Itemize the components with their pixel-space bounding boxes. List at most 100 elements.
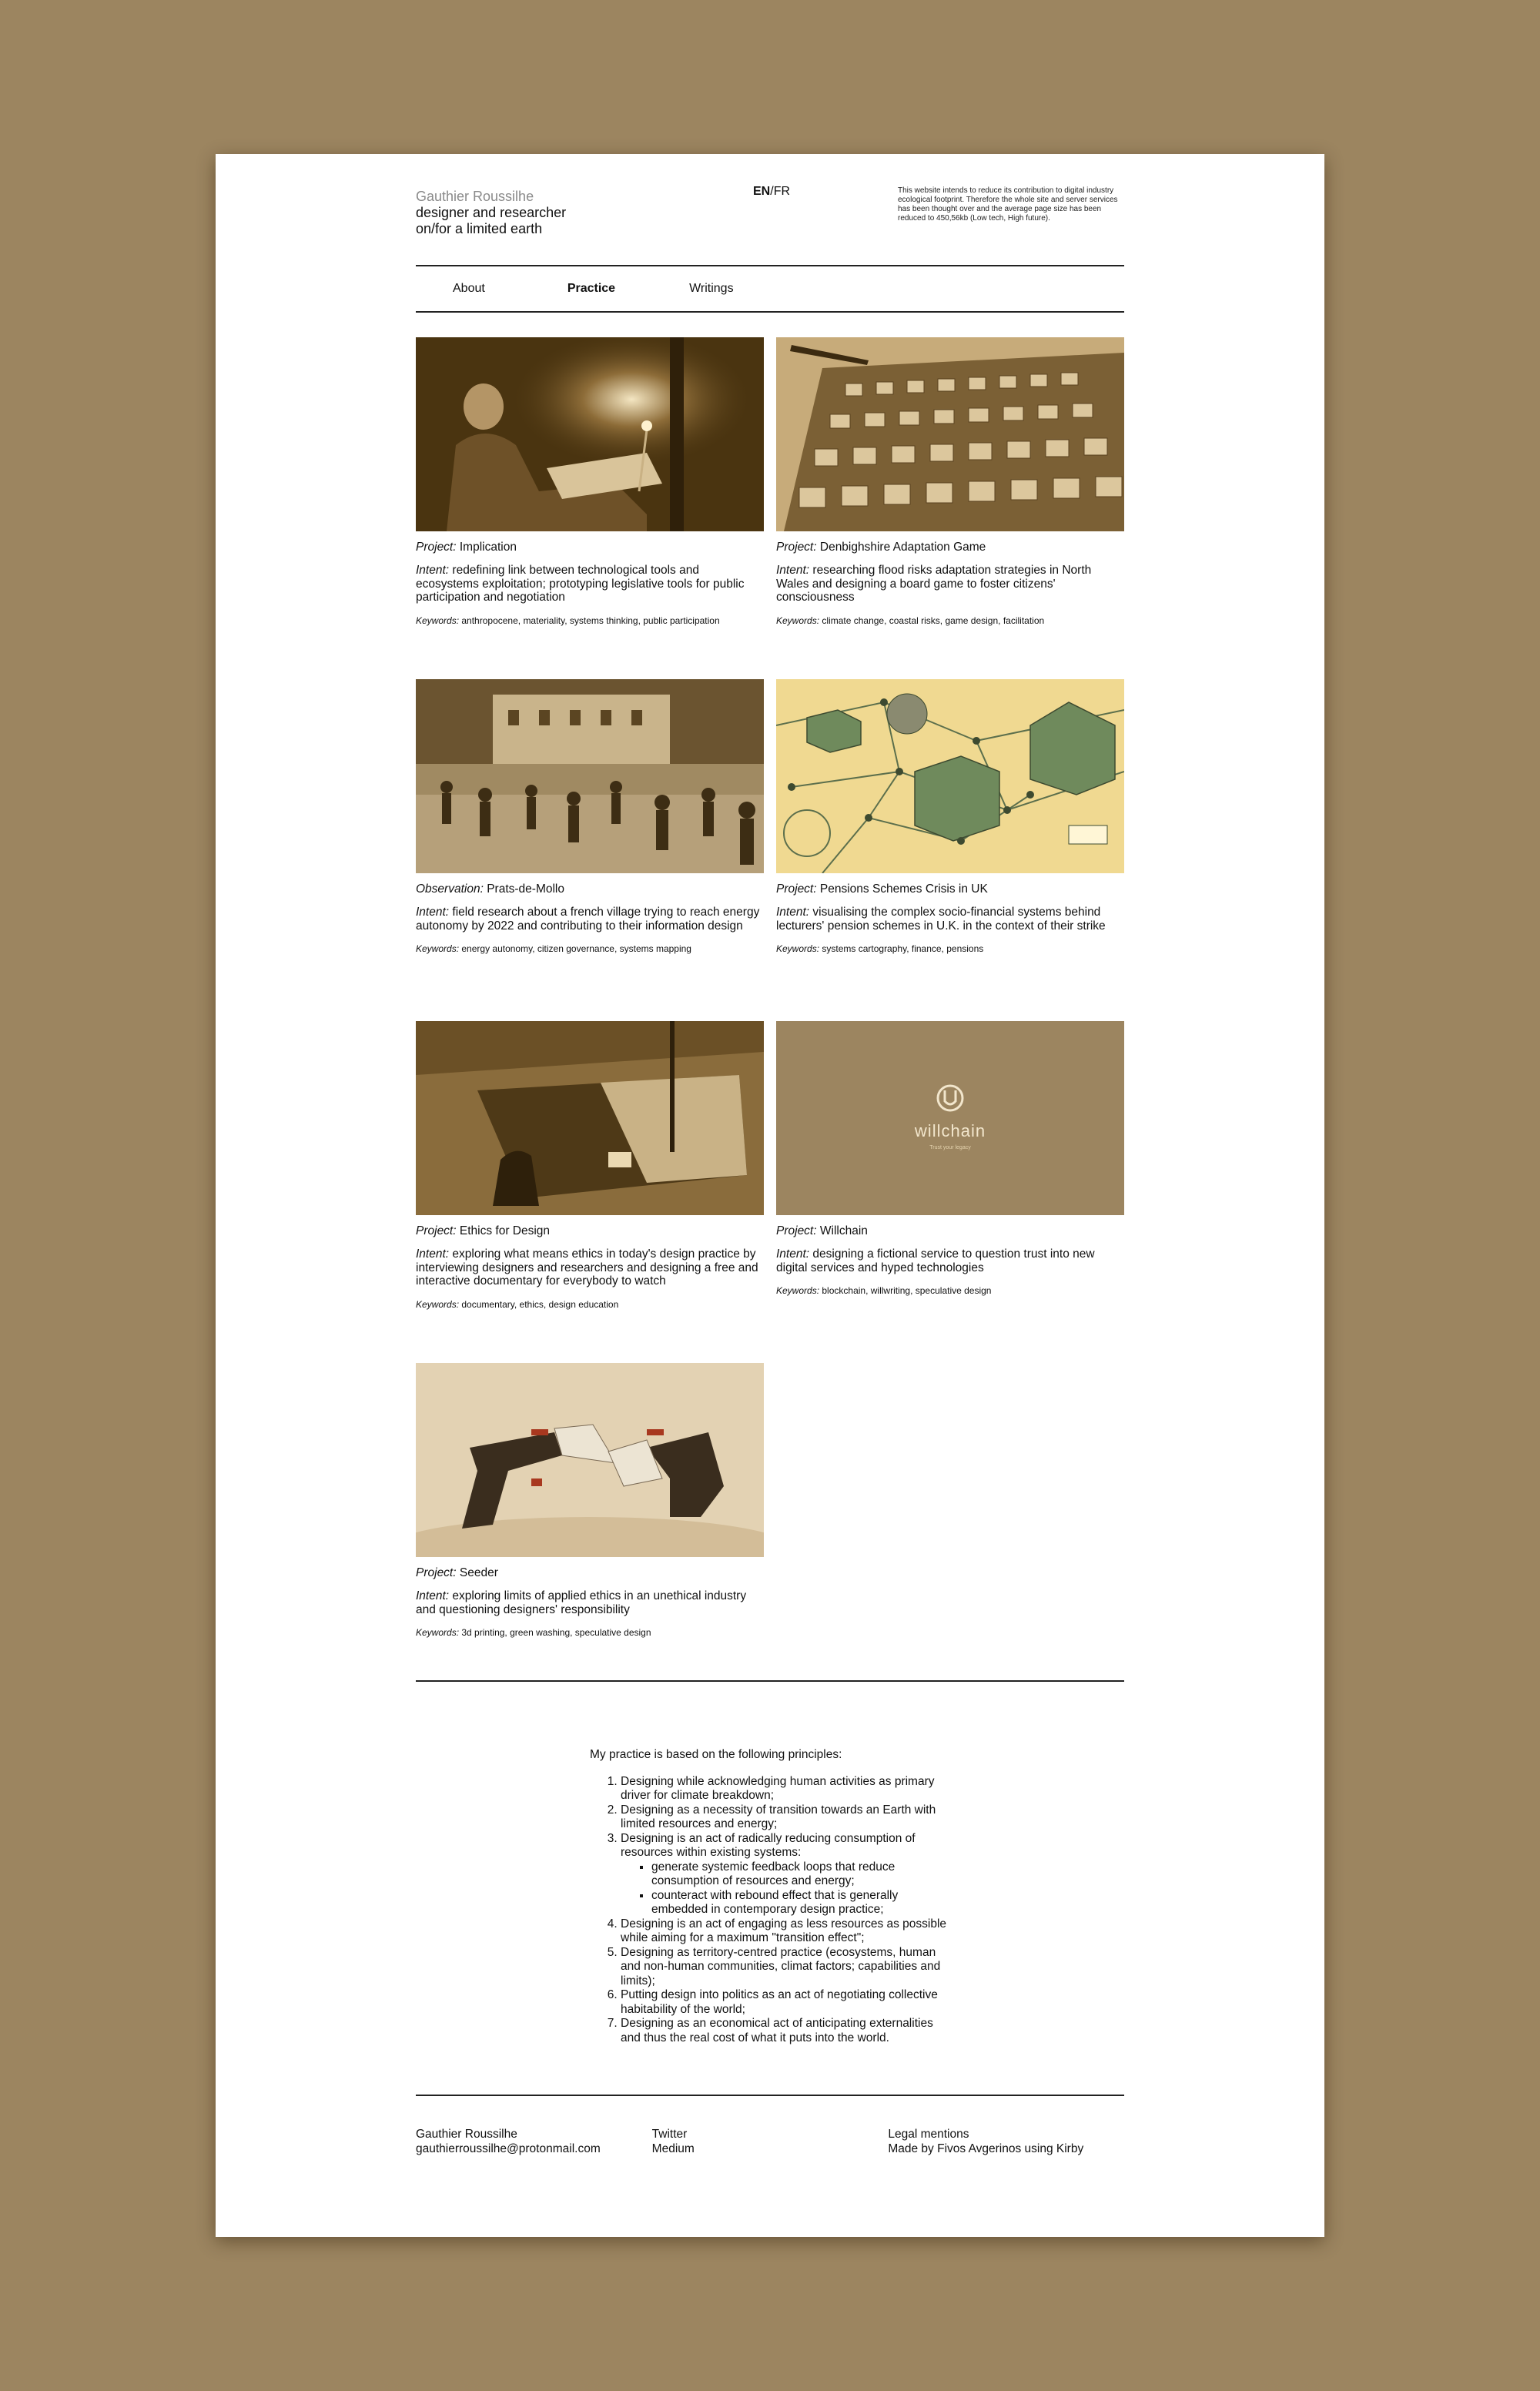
project-kind: Project:	[776, 882, 817, 896]
project-kind: Project:	[776, 541, 817, 554]
keywords-text: anthropocene, materiality, systems think…	[461, 614, 720, 626]
keywords-text: documentary, ethics, design education	[461, 1298, 619, 1310]
projects-grid: Project: Implication Intent: redefining …	[416, 337, 1124, 1705]
project-intent: Intent: exploring limits of applied ethi…	[416, 1589, 764, 1616]
project-title[interactable]: Project: Seeder	[416, 1566, 764, 1580]
site-tagline-line-1: designer and researcher	[416, 205, 567, 220]
principles-section: My practice is based on the following pr…	[416, 1699, 1124, 2095]
principle-item: Designing as an economical act of antici…	[621, 2017, 952, 2045]
project-keywords: Keywords: systems cartography, finance, …	[776, 943, 1124, 954]
willchain-logo-subtitle: Trust your legacy	[929, 1145, 971, 1150]
principles-list: Designing while acknowledging human acti…	[590, 1775, 952, 2046]
footer-email-link[interactable]: gauthierroussilhe@protonmail.com	[416, 2142, 652, 2156]
keywords-text: 3d printing, green washing, speculative …	[461, 1627, 651, 1638]
site-tagline-line-2: on/for a limited earth	[416, 221, 543, 236]
project-thumbnail-seeder[interactable]	[416, 1363, 764, 1557]
project-title[interactable]: Project: Implication	[416, 541, 764, 554]
project-kind: Project:	[416, 541, 457, 554]
footer-social: Twitter Medium	[652, 2127, 889, 2156]
lang-en-link[interactable]: EN	[753, 185, 770, 198]
site-footer: Gauthier Roussilhe gauthierroussilhe@pro…	[416, 2096, 1124, 2156]
project-intent: Intent: researching flood risks adaptati…	[776, 564, 1124, 604]
project-kind: Project:	[776, 1224, 817, 1237]
project-card: Project: Denbighshire Adaptation Game In…	[776, 337, 1124, 679]
keywords-text: systems cartography, finance, pensions	[822, 943, 984, 954]
project-thumbnail-denbighshire[interactable]	[776, 337, 1124, 531]
project-keywords: Keywords: 3d printing, green washing, sp…	[416, 1627, 764, 1638]
project-title[interactable]: Project: Willchain	[776, 1224, 1124, 1238]
principle-sublist: generate systemic feedback loops that re…	[621, 1860, 952, 1917]
intent-text: exploring what means ethics in today's d…	[416, 1247, 758, 1288]
project-thumbnail-willchain[interactable]: willchain Trust your legacy	[776, 1021, 1124, 1215]
project-name: Willchain	[819, 1224, 868, 1237]
footer-contact: Gauthier Roussilhe gauthierroussilhe@pro…	[416, 2127, 652, 2156]
principle-item: Designing while acknowledging human acti…	[621, 1775, 952, 1803]
footer-medium-link[interactable]: Medium	[652, 2142, 889, 2156]
intent-label: Intent:	[776, 564, 810, 577]
intent-label: Intent:	[776, 1247, 810, 1261]
nav-practice[interactable]: Practice	[567, 282, 615, 296]
intent-text: researching flood risks adaptation strat…	[776, 564, 1092, 604]
keywords-text: climate change, coastal risks, game desi…	[822, 614, 1045, 626]
project-intent: Intent: redefining link between technolo…	[416, 564, 764, 604]
intent-text: visualising the complex socio-financial …	[776, 906, 1106, 933]
principle-item: Putting design into politics as an act o…	[621, 1988, 952, 2017]
project-name: Prats-de-Mollo	[487, 882, 564, 896]
principle-item: Designing as territory-centred practice …	[621, 1946, 952, 1989]
eco-footprint-note: This website intends to reduce its contr…	[898, 186, 1118, 223]
footer-legal-link[interactable]: Legal mentions	[888, 2127, 1124, 2142]
principles-intro: My practice is based on the following pr…	[590, 1748, 842, 1761]
project-card: willchain Trust your legacy Project: Wil…	[776, 1021, 1124, 1363]
intent-text: redefining link between technological to…	[416, 564, 745, 604]
project-name: Seeder	[459, 1566, 498, 1579]
principle-item: Designing as a necessity of transition t…	[621, 1803, 952, 1832]
keywords-label: Keywords:	[416, 614, 460, 626]
project-title[interactable]: Project: Pensions Schemes Crisis in UK	[776, 882, 1124, 896]
project-kind: Project:	[416, 1566, 457, 1579]
project-thumbnail-ethics-for-design[interactable]	[416, 1021, 764, 1215]
site-brand[interactable]: Gauthier Roussilhe designer and research…	[416, 189, 566, 237]
project-title[interactable]: Project: Ethics for Design	[416, 1224, 764, 1238]
principle-text: Designing is an act of radically reducin…	[621, 1831, 916, 1860]
keywords-text: energy autonomy, citizen governance, sys…	[461, 943, 691, 954]
intent-label: Intent:	[416, 1589, 450, 1602]
page-sheet: Gauthier Roussilhe designer and research…	[216, 154, 1324, 2237]
project-keywords: Keywords: energy autonomy, citizen gover…	[416, 943, 764, 954]
project-card: Project: Implication Intent: redefining …	[416, 337, 764, 679]
content-column: Gauthier Roussilhe designer and research…	[416, 154, 1124, 2156]
project-intent: Intent: exploring what means ethics in t…	[416, 1247, 764, 1288]
nav-writings[interactable]: Writings	[689, 282, 734, 296]
keywords-label: Keywords:	[776, 943, 820, 954]
footer-legal: Legal mentions Made by Fivos Avgerinos u…	[888, 2127, 1124, 2156]
intent-text: designing a fictional service to questio…	[776, 1247, 1095, 1274]
intent-text: exploring limits of applied ethics in an…	[416, 1589, 747, 1616]
project-kind: Observation:	[416, 882, 484, 896]
project-thumbnail-prats-de-mollo[interactable]	[416, 679, 764, 873]
footer-name: Gauthier Roussilhe	[416, 2128, 517, 2141]
project-keywords: Keywords: blockchain, willwriting, specu…	[776, 1285, 1124, 1296]
project-keywords: Keywords: anthropocene, materiality, sys…	[416, 615, 764, 626]
project-name: Pensions Schemes Crisis in UK	[819, 882, 988, 896]
keywords-label: Keywords:	[416, 1627, 460, 1638]
nav-about[interactable]: About	[453, 282, 485, 296]
language-switcher: EN/FR	[753, 185, 790, 199]
keywords-label: Keywords:	[776, 1285, 820, 1296]
willchain-logo-text: willchain	[914, 1121, 986, 1140]
project-intent: Intent: designing a fictional service to…	[776, 1247, 1124, 1274]
project-thumbnail-pensions[interactable]	[776, 679, 1124, 873]
project-kind: Project:	[416, 1224, 457, 1237]
site-header: Gauthier Roussilhe designer and research…	[416, 154, 1124, 265]
project-title[interactable]: Project: Denbighshire Adaptation Game	[776, 541, 1124, 554]
project-thumbnail-implication[interactable]	[416, 337, 764, 531]
principle-item: Designing is an act of radically reducin…	[621, 1832, 952, 1917]
project-name: Ethics for Design	[459, 1224, 551, 1237]
main-nav: About Practice Writings	[416, 266, 1124, 311]
project-title[interactable]: Observation: Prats-de-Mollo	[416, 882, 764, 896]
project-intent: Intent: visualising the complex socio-fi…	[776, 906, 1124, 933]
footer-twitter-link[interactable]: Twitter	[652, 2127, 889, 2142]
site-author-name[interactable]: Gauthier Roussilhe	[416, 189, 566, 205]
nav-bottom-rule	[416, 311, 1124, 313]
lang-fr-link[interactable]: FR	[774, 185, 790, 198]
keywords-label: Keywords:	[416, 943, 460, 954]
intent-label: Intent:	[416, 564, 450, 577]
